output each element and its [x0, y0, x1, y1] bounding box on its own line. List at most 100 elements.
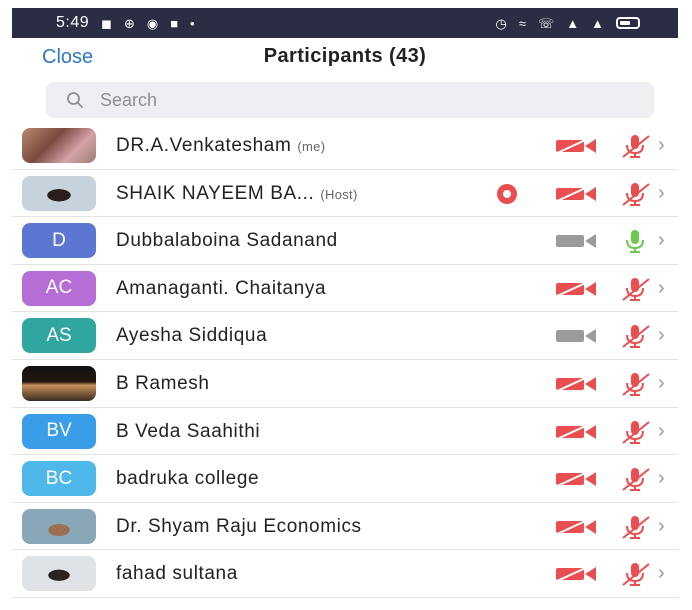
- page-title: Participants (43): [12, 45, 678, 68]
- avatar: [22, 508, 96, 544]
- chevron-right-icon[interactable]: ›: [658, 277, 665, 300]
- participant-row[interactable]: DR.A.Venkatesham (me) ›: [12, 122, 678, 170]
- chevron-right-icon[interactable]: ›: [658, 134, 665, 157]
- media-icon: ◉: [146, 15, 159, 31]
- chevron-right-icon[interactable]: ›: [658, 515, 665, 538]
- participant-row[interactable]: D Dubbalaboina Sadanand ›: [12, 217, 678, 265]
- video-icon: ■: [170, 15, 179, 31]
- participant-name-text: B Veda Saahithi: [116, 420, 261, 442]
- participants-title: Participants (43): [263, 45, 427, 67]
- mic-muted-icon[interactable]: [619, 465, 651, 493]
- chevron-right-icon[interactable]: ›: [658, 467, 665, 490]
- status-left: 5:49 ◼ ⊕ ◉ ■ •: [56, 14, 195, 32]
- mic-muted-icon[interactable]: [619, 132, 651, 160]
- chevron-right-icon[interactable]: ›: [658, 562, 665, 585]
- chevron-right-icon[interactable]: ›: [658, 420, 665, 443]
- participant-name: Dr. Shyam Raju Economics: [116, 516, 362, 538]
- wifi-icon: ≈: [518, 15, 526, 31]
- avatar-initials: BC: [45, 467, 73, 489]
- participant-name-text: Dubbalaboina Sadanand: [116, 230, 338, 252]
- participant-row[interactable]: AS Ayesha Siddiqua ›: [12, 312, 678, 360]
- mic-muted-icon[interactable]: [619, 322, 651, 350]
- participant-name: Ayesha Siddiqua: [116, 325, 267, 347]
- signal-icon: ▲: [591, 15, 604, 31]
- mic-icon[interactable]: [619, 227, 651, 255]
- avatar: D: [22, 223, 96, 259]
- mic-muted-icon[interactable]: [619, 418, 651, 446]
- chevron-right-icon[interactable]: ›: [658, 182, 665, 205]
- participant-row[interactable]: fahad sultana ›: [12, 550, 678, 598]
- participant-name-text: Ayesha Siddiqua: [116, 325, 268, 347]
- video-icon[interactable]: [554, 231, 598, 251]
- avatar: BV: [22, 413, 96, 449]
- avatar: [22, 556, 96, 592]
- participant-name-text: DR.A.Venkatesham: [116, 135, 292, 156]
- video-off-icon[interactable]: [554, 469, 598, 489]
- participant-row[interactable]: BV B Veda Saahithi ›: [12, 408, 678, 456]
- search-bar[interactable]: [46, 82, 654, 118]
- mic-muted-icon[interactable]: [619, 560, 651, 588]
- avatar: [22, 128, 96, 163]
- status-bar: 5:49 ◼ ⊕ ◉ ■ • ◷ ≈ ☏ ▲ ▲: [12, 8, 678, 38]
- participant-name: badruka college: [116, 468, 259, 490]
- mic-muted-icon[interactable]: [619, 275, 651, 303]
- participant-name: Amanaganti. Chaitanya: [116, 278, 326, 300]
- avatar-initials: AC: [45, 277, 73, 299]
- grid-icon: ⊕: [123, 15, 135, 31]
- participant-name: B Ramesh: [116, 373, 210, 395]
- signal-icon: ▲: [566, 15, 580, 31]
- status-time: 5:49: [56, 14, 90, 31]
- participant-row[interactable]: BC badruka college ›: [12, 455, 678, 503]
- mic-muted-icon[interactable]: [619, 180, 651, 208]
- participants-list: DR.A.Venkatesham (me) › SHAIK NAYEEM BA... (…: [12, 122, 678, 598]
- dot-icon: •: [190, 15, 195, 31]
- participant-row[interactable]: B Ramesh ›: [12, 360, 678, 408]
- avatar-initials: D: [52, 229, 66, 251]
- participant-name: DR.A.Venkatesham (me): [116, 135, 325, 157]
- search-input[interactable]: [98, 88, 552, 112]
- participant-role-tag: (Host): [320, 186, 358, 202]
- bold-n-icon: ◼: [101, 15, 112, 31]
- video-off-icon[interactable]: [554, 421, 598, 442]
- header: Close Participants (43): [12, 38, 678, 80]
- chevron-right-icon[interactable]: ›: [658, 229, 665, 252]
- avatar: BC: [22, 461, 96, 497]
- video-off-icon[interactable]: [554, 516, 598, 537]
- participant-role-tag: (me): [297, 139, 326, 154]
- alarm-icon: ◷: [495, 15, 507, 31]
- participant-name-text: B Ramesh: [116, 372, 210, 394]
- participant-name: SHAIK NAYEEM BA... (Host): [116, 183, 358, 205]
- participant-name-text: badruka college: [116, 468, 260, 490]
- mic-muted-icon[interactable]: [619, 513, 651, 541]
- avatar-initials: BV: [46, 420, 72, 442]
- search-icon: [67, 92, 83, 108]
- participant-row[interactable]: AC Amanaganti. Chaitanya ›: [12, 265, 678, 313]
- video-off-icon[interactable]: [554, 183, 598, 204]
- participant-name: B Veda Saahithi: [116, 421, 260, 443]
- recording-icon: [497, 183, 517, 204]
- participant-name-text: Dr. Shyam Raju Economics: [116, 515, 362, 537]
- participant-name: fahad sultana: [116, 563, 238, 585]
- mic-muted-icon[interactable]: [619, 370, 651, 398]
- video-off-icon[interactable]: [554, 564, 598, 584]
- video-off-icon[interactable]: [554, 374, 598, 394]
- participant-name-text: Amanaganti. Chaitanya: [116, 277, 327, 299]
- participant-name-text: fahad sultana: [116, 563, 238, 585]
- participant-name: Dubbalaboina Sadanand: [116, 230, 338, 252]
- video-icon[interactable]: [554, 326, 598, 346]
- avatar: [22, 175, 96, 211]
- participant-row[interactable]: Dr. Shyam Raju Economics ›: [12, 503, 678, 551]
- chevron-right-icon[interactable]: ›: [658, 324, 665, 347]
- avatar: AS: [22, 318, 96, 354]
- battery-icon: [616, 17, 640, 29]
- video-off-icon[interactable]: [554, 278, 598, 299]
- video-off-icon[interactable]: [554, 136, 598, 156]
- status-right: ◷ ≈ ☏ ▲ ▲: [495, 15, 640, 31]
- chevron-right-icon[interactable]: ›: [658, 372, 665, 395]
- participant-row[interactable]: SHAIK NAYEEM BA... (Host) ›: [12, 170, 678, 218]
- participant-name-text: SHAIK NAYEEM BA...: [116, 182, 315, 204]
- avatar: [22, 365, 96, 401]
- avatar-initials: AS: [46, 324, 72, 346]
- avatar: AC: [22, 270, 96, 306]
- call-icon: ☏: [537, 15, 555, 31]
